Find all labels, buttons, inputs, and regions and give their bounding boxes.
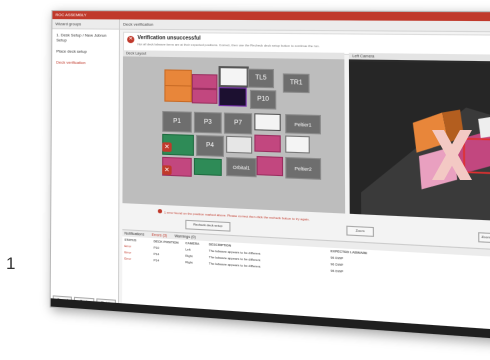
brand-x-logo-icon xyxy=(422,120,482,190)
deck-module-error-marker-2[interactable]: ✕ xyxy=(162,165,171,175)
deck-module-pink-3[interactable] xyxy=(254,135,280,153)
deck-module-white[interactable] xyxy=(219,66,249,88)
content-header: Deck verification xyxy=(120,19,490,32)
alert-message: Not all deck labware items are at their … xyxy=(137,42,319,48)
deck-module-orange-1[interactable] xyxy=(164,69,191,86)
deck-module-error-marker-1[interactable]: ✕ xyxy=(162,142,171,152)
deck-layout-label: Deck Layout xyxy=(126,51,146,55)
sidebar-item-place-deck[interactable]: Place deck setup xyxy=(52,45,119,57)
zoom-button[interactable]: Zoom xyxy=(346,226,374,237)
deck-layout-header: Deck Layout xyxy=(123,50,344,59)
recheck-deck-button[interactable]: Recheck deck setup xyxy=(185,220,230,232)
deck-module-orbital1[interactable]: Orbital1 xyxy=(226,157,257,177)
error-icon: ✕ xyxy=(127,36,134,43)
deck-module-tl5[interactable]: TL5 xyxy=(248,69,274,89)
page-number: 1 xyxy=(6,254,15,274)
sidebar-header: Wizard groups xyxy=(52,19,119,30)
deck-module-bracket[interactable] xyxy=(285,135,310,153)
errors-filter[interactable]: Errors (3) xyxy=(152,233,168,238)
deck-module-error-plate[interactable] xyxy=(219,87,247,107)
deck-module-peltier2[interactable]: Peltier2 xyxy=(285,157,321,180)
deck-module-p1[interactable]: P1 xyxy=(162,111,192,133)
deck-module-p4[interactable]: P4 xyxy=(196,135,224,157)
sidebar-item-setup[interactable]: 1. Desk Setup / New Jobrun Setup xyxy=(52,29,119,46)
deck-layout-panel: Deck Layout TL5 TR1 P10 P1 P3 P7 Peltier… xyxy=(122,50,345,213)
camera-header: Left Camera xyxy=(349,53,490,61)
deck-module-peltier1[interactable]: Peltier1 xyxy=(285,114,321,134)
deck-module-pink-5[interactable] xyxy=(257,156,284,176)
deck-module-white-3[interactable] xyxy=(226,136,252,154)
deck-module-pink-1[interactable] xyxy=(192,74,218,89)
deck-module-p3[interactable]: P3 xyxy=(194,112,222,134)
error-icon-small xyxy=(158,209,162,213)
deck-module-green-2[interactable] xyxy=(194,158,222,176)
wizard-sidebar: Wizard groups 1. Desk Setup / New Jobrun… xyxy=(51,19,120,311)
deck-module-tr1[interactable]: TR1 xyxy=(283,73,310,93)
monitor-screen: ROC ASSEMBLY Wizard groups 1. Desk Setup… xyxy=(20,0,490,359)
deck-module-orange-2[interactable] xyxy=(164,85,191,102)
deck-module-p7[interactable]: P7 xyxy=(224,113,252,135)
deck-module-p10[interactable]: P10 xyxy=(250,90,276,110)
camera-label: Left Camera xyxy=(352,54,374,59)
alert-title: Verification unsuccessful xyxy=(137,35,200,42)
deck-module-pink-2[interactable] xyxy=(192,89,218,104)
sidebar-item-deck-verification[interactable]: Deck verification xyxy=(52,56,119,68)
deck-module-white-2[interactable] xyxy=(254,113,280,131)
zoom-position-button[interactable]: Zoom to selected Position xyxy=(478,232,490,245)
